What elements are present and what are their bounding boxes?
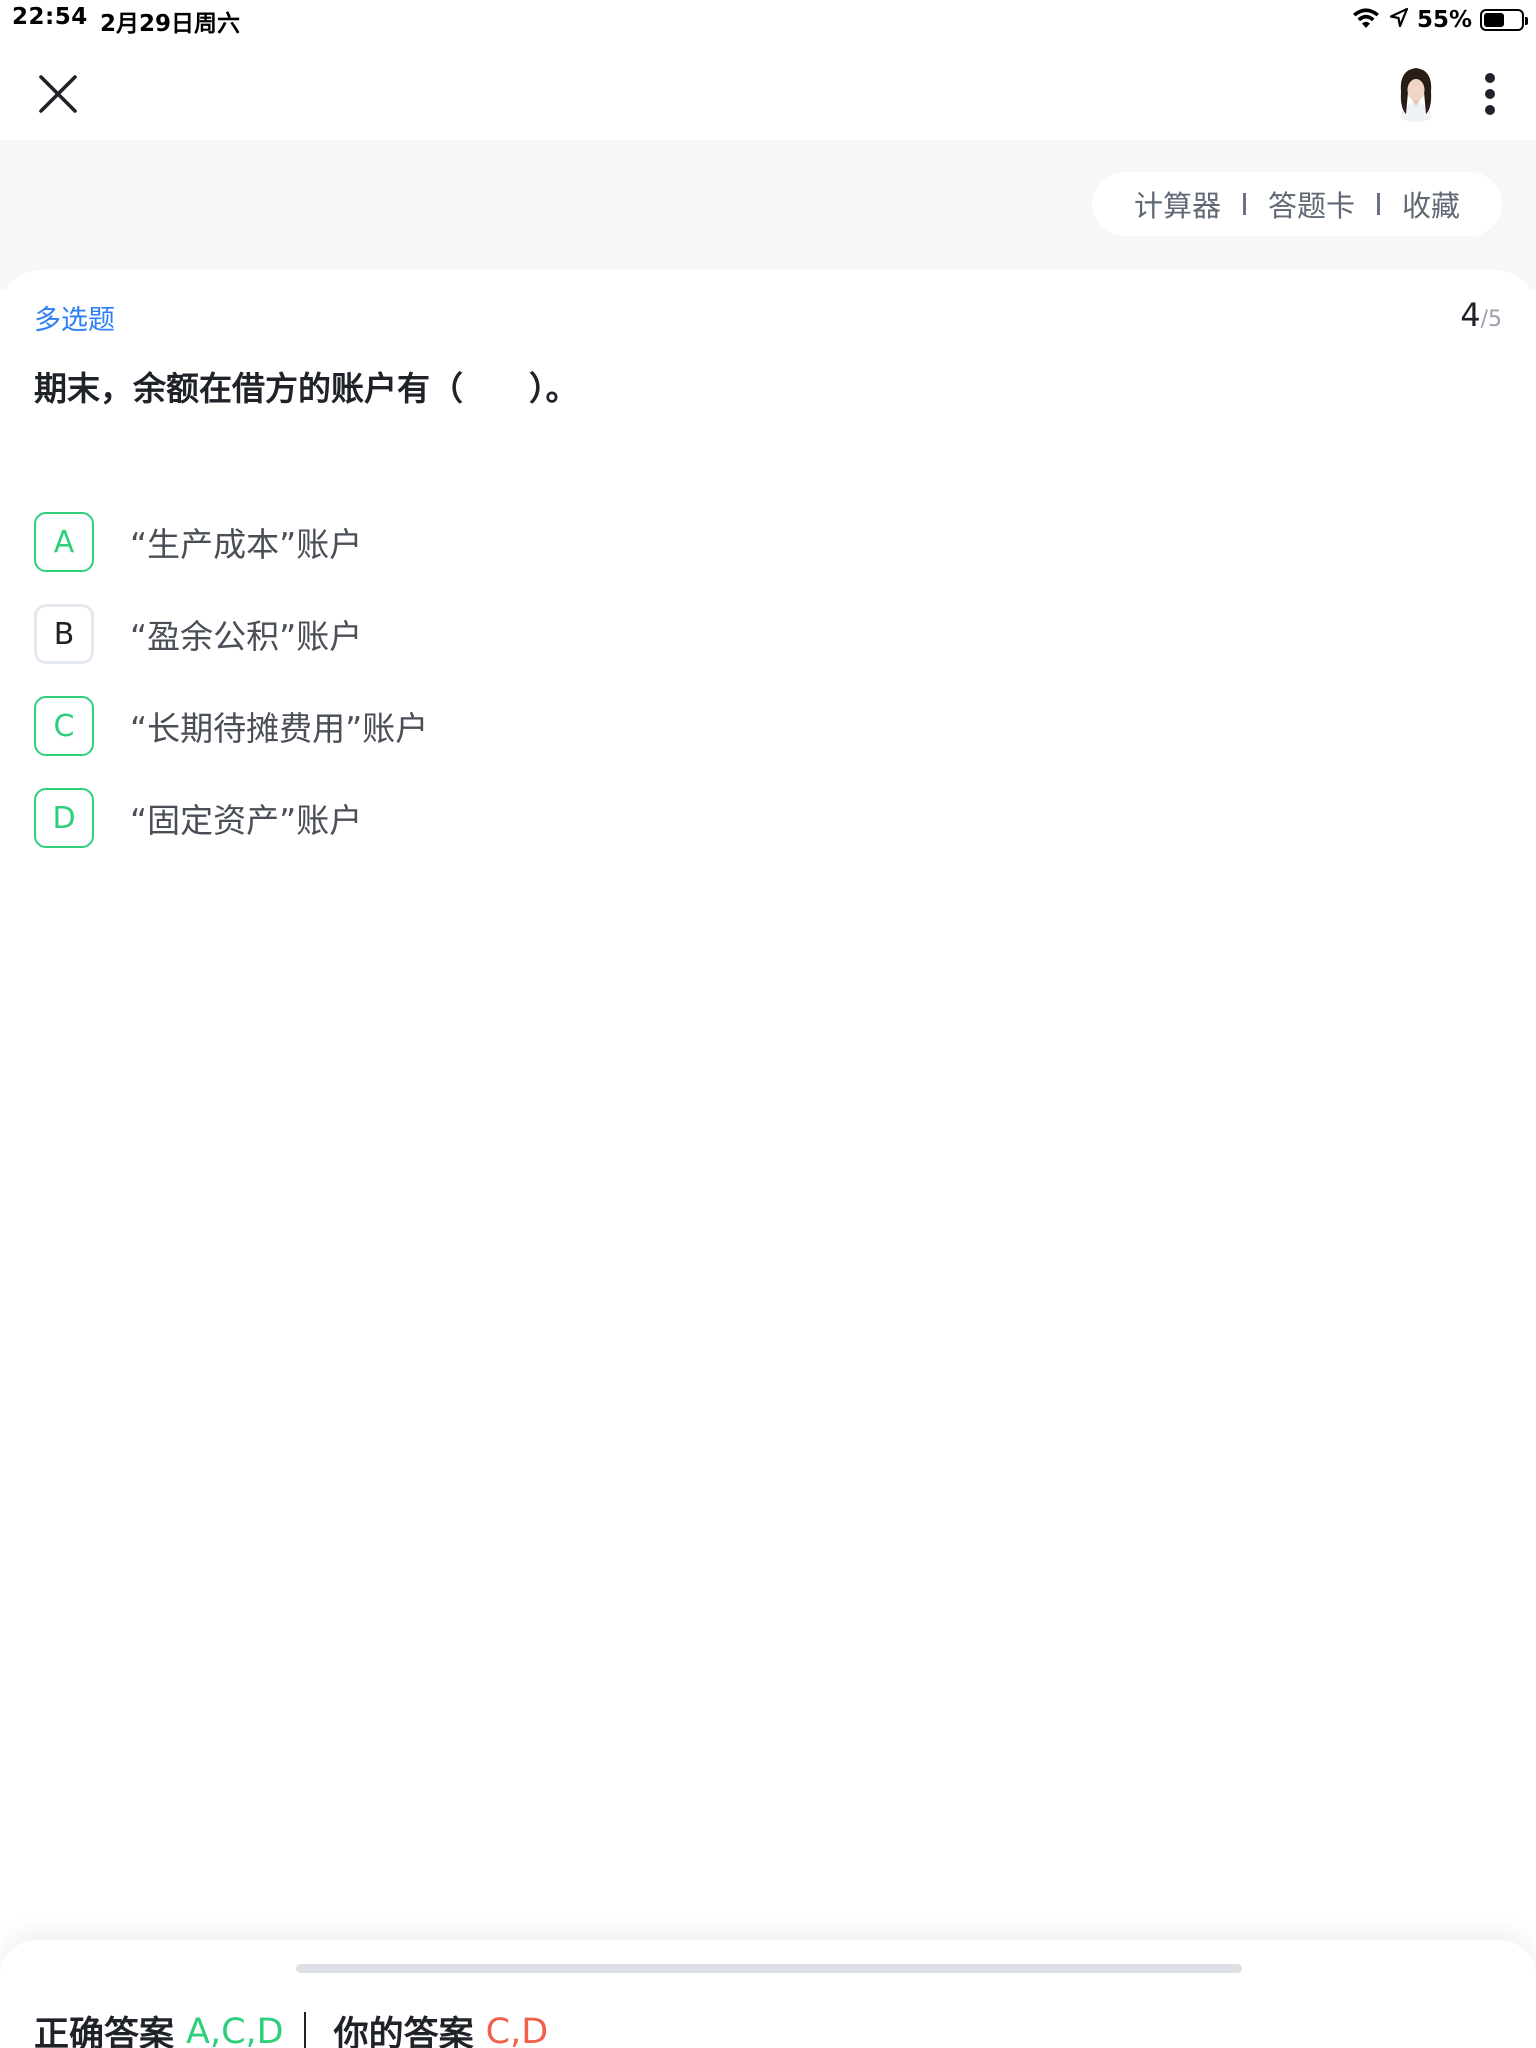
divider — [1376, 193, 1380, 215]
answer-sheet: 正确答案 A,C,D 你的答案 C,D — [0, 1940, 1536, 2048]
more-vertical-icon — [1485, 73, 1495, 115]
option-text: “生产成本”账户 — [130, 525, 363, 564]
answer-card-button[interactable]: 答题卡 — [1268, 183, 1355, 225]
question-type: 多选题 — [34, 305, 115, 336]
battery-icon — [1480, 9, 1528, 31]
status-indicators: 55% — [1351, 4, 1528, 36]
status-bar: 22:54 2月29日周六 55% — [0, 0, 1536, 40]
status-time: 22:54 — [12, 4, 88, 30]
toolbar-band: 计算器 答题卡 收藏 — [0, 140, 1536, 290]
option-list: A “生产成本”账户 B “盈余公积”账户 C “长期待摊费用”账户 D “固定… — [34, 496, 1434, 864]
favorite-button[interactable]: 收藏 — [1402, 183, 1460, 225]
question-progress: 4/5 — [1460, 296, 1502, 334]
option-text: “长期待摊费用”账户 — [130, 709, 429, 748]
question-card: 多选题 4/5 期末，余额在借方的账户有（ ）。 A “生产成本”账户 B “盈… — [0, 270, 1536, 2048]
sheet-drag-handle[interactable] — [296, 1964, 1242, 1973]
question-stem: 期末，余额在借方的账户有（ ）。 — [34, 369, 579, 408]
avatar[interactable] — [1386, 62, 1446, 122]
more-button[interactable] — [1470, 66, 1510, 122]
option-c[interactable]: C “长期待摊费用”账户 — [34, 680, 1434, 772]
calculator-button[interactable]: 计算器 — [1134, 183, 1221, 225]
option-letter: B — [34, 604, 94, 664]
option-text: “固定资产”账户 — [130, 801, 363, 840]
battery-percent: 55% — [1416, 7, 1472, 33]
wifi-icon — [1351, 6, 1381, 34]
status-date: 2月29日周六 — [100, 11, 241, 37]
close-button[interactable] — [30, 66, 86, 122]
location-icon — [1389, 7, 1409, 33]
battery-level-fill — [1484, 13, 1504, 27]
option-letter: A — [34, 512, 94, 572]
option-b[interactable]: B “盈余公积”账户 — [34, 588, 1434, 680]
correct-answer-value: A,C,D — [186, 2011, 284, 2048]
page: 22:54 2月29日周六 55% 计算器 答题卡 收藏 多选题 4/5 期末，… — [0, 0, 1536, 2048]
tools-pill: 计算器 答题卡 收藏 — [1091, 172, 1502, 236]
divider — [303, 2011, 306, 2048]
top-nav — [0, 40, 1536, 140]
option-letter: D — [34, 788, 94, 848]
option-a[interactable]: A “生产成本”账户 — [34, 496, 1434, 588]
option-text: “盈余公积”账户 — [130, 617, 363, 656]
your-answer-label: 你的答案 — [333, 2015, 474, 2048]
correct-answer-label: 正确答案 — [34, 2015, 175, 2048]
total-questions: /5 — [1480, 307, 1502, 332]
divider — [1242, 193, 1246, 215]
current-question-number: 4 — [1460, 296, 1481, 334]
option-letter: C — [34, 696, 94, 756]
close-icon — [39, 75, 77, 113]
your-answer-value: C,D — [485, 2011, 549, 2048]
answer-summary: 正确答案 A,C,D 你的答案 C,D — [34, 2006, 548, 2048]
option-d[interactable]: D “固定资产”账户 — [34, 772, 1434, 864]
